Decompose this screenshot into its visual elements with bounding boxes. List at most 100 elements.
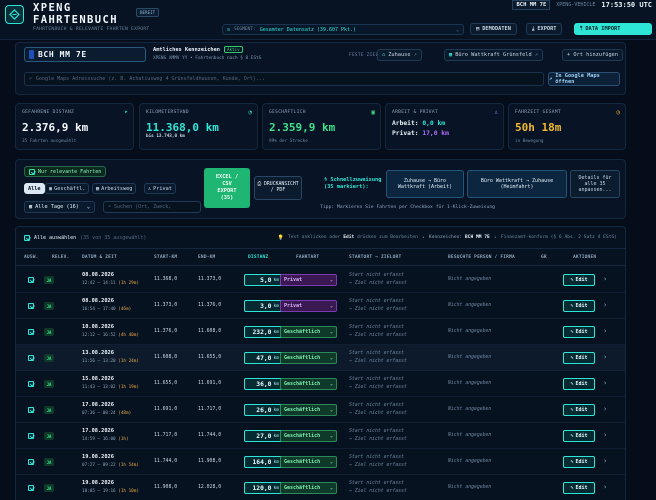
start-location[interactable]: Start nicht erfasst [349, 429, 404, 434]
select-all-label[interactable]: Alle auswählen [34, 235, 76, 241]
trip-time[interactable]: 11:43 – 13:02 (1h 19m) [82, 385, 139, 390]
visited-person[interactable]: Nicht angegeben [448, 355, 491, 360]
start-location[interactable]: Start nicht erfasst [349, 481, 404, 486]
trip-time[interactable]: 12:12 – 16:52 (4h 40m) [82, 333, 139, 338]
relevant-badge[interactable]: JA [44, 354, 54, 362]
distance-value[interactable]: 3,0 km [244, 300, 283, 312]
trip-time[interactable]: 11:56 – 13:20 (1h 24m) [82, 359, 139, 364]
destination-office-button[interactable]: ▦ Büro Wattkraft Grünsfeld ↗ [444, 49, 543, 61]
start-location[interactable]: Start nicht erfasst [349, 455, 404, 460]
visited-person[interactable]: Nicht angegeben [448, 407, 491, 412]
distance-value[interactable]: 5,0 km [244, 274, 283, 286]
trip-search-input[interactable]: ⌕ Suchen (Ort, Zweck, [103, 201, 201, 213]
visited-person[interactable]: Nicht angegeben [448, 381, 491, 386]
table-row[interactable]: JA 17.08.2026 14:59 – 16:00 (1h) 11.717,0 11… [16, 423, 625, 449]
destination-location[interactable]: → Ziel nicht erfasst [349, 437, 407, 442]
trip-time[interactable]: 07:27 – 09:22 (1h 54m) [82, 463, 139, 468]
start-km[interactable]: 11.376,0 [154, 329, 177, 334]
days-select[interactable]: ▦ Alle Tage (16) ⌄ [24, 201, 95, 213]
edit-button[interactable]: ✎ Edit [563, 326, 595, 338]
destination-location[interactable]: → Ziel nicht erfasst [349, 489, 407, 494]
col-person[interactable]: BESUCHTE PERSON / FIRMA [448, 255, 515, 260]
start-location[interactable]: Start nicht erfasst [349, 403, 404, 408]
destination-location[interactable]: → Ziel nicht erfasst [349, 307, 407, 312]
relevant-badge[interactable]: JA [44, 432, 54, 440]
end-km[interactable]: 11.744,0 [198, 433, 221, 438]
trip-type-select[interactable]: Geschäftlich ⌄ [280, 482, 337, 494]
trip-type-select[interactable]: Privat ⌄ [280, 300, 337, 312]
trip-time[interactable]: 16:54 – 17:40 (46m) [82, 307, 131, 312]
chevron-right-icon[interactable]: › [603, 457, 607, 465]
excel-export-button[interactable]: EXCEL / CSV EXPORT (35) [204, 168, 250, 208]
col-route[interactable]: STARTORT → ZIELORT [349, 255, 401, 260]
row-checkbox[interactable] [28, 277, 34, 283]
open-maps-button[interactable]: ↗ In Google Maps öffnen [548, 72, 620, 86]
row-checkbox[interactable] [28, 407, 34, 413]
trip-date[interactable]: 17.08.2026 [82, 428, 114, 434]
trip-type-select[interactable]: Geschäftlich ⌄ [280, 352, 337, 364]
table-row[interactable]: JA 19.08.2026 07:27 – 09:22 (1h 54m) 11.744… [16, 449, 625, 475]
start-km[interactable]: 11.744,0 [154, 459, 177, 464]
distance-value[interactable]: 164,0 km [244, 456, 283, 468]
visited-person[interactable]: Nicht angegeben [448, 303, 491, 308]
table-row[interactable]: JA 19.08.2026 18:05 – 19:16 (1h 10m) 11.908… [16, 475, 625, 500]
chevron-right-icon[interactable]: › [603, 327, 607, 335]
destination-location[interactable]: → Ziel nicht erfasst [349, 281, 407, 286]
chevron-right-icon[interactable]: › [603, 275, 607, 283]
end-km[interactable]: 11.691,0 [198, 381, 221, 386]
visited-person[interactable]: Nicht angegeben [448, 277, 491, 282]
start-km[interactable]: 11.373,0 [154, 303, 177, 308]
destination-location[interactable]: → Ziel nicht erfasst [349, 333, 407, 338]
start-location[interactable]: Start nicht erfasst [349, 351, 404, 356]
destination-location[interactable]: → Ziel nicht erfasst [349, 411, 407, 416]
end-km[interactable]: 11.717,0 [198, 407, 221, 412]
destination-location[interactable]: → Ziel nicht erfasst [349, 463, 407, 468]
trip-date[interactable]: 10.08.2026 [82, 324, 114, 330]
trip-date[interactable]: 19.08.2026 [82, 480, 114, 486]
distance-value[interactable]: 232,0 km [244, 326, 283, 338]
start-km[interactable]: 11.608,0 [154, 355, 177, 360]
add-destination-button[interactable]: + Ort hinzufügen [562, 49, 624, 61]
trip-date[interactable]: 15.08.2026 [82, 376, 114, 382]
distance-value[interactable]: 26,0 km [244, 404, 283, 416]
visited-person[interactable]: Nicht angegeben [448, 485, 491, 490]
table-row[interactable]: JA 10.08.2026 12:12 – 16:52 (4h 40m) 11.376… [16, 319, 625, 345]
trip-date[interactable]: 08.08.2026 [82, 298, 114, 304]
relevant-badge[interactable]: JA [44, 380, 54, 388]
trip-date[interactable]: 08.08.2026 [82, 272, 114, 278]
filter-commute[interactable]: ▦ Arbeitsweg [92, 183, 137, 194]
end-km[interactable]: 11.376,0 [198, 303, 221, 308]
trip-date[interactable]: 17.08.2026 [82, 402, 114, 408]
start-km[interactable]: 11.717,0 [154, 433, 177, 438]
trip-time[interactable]: 12:42 – 14:11 (1h 29m) [82, 281, 139, 286]
edit-button[interactable]: ✎ Edit [563, 430, 595, 442]
trip-time[interactable]: 18:05 – 19:16 (1h 10m) [82, 489, 139, 494]
trip-type-select[interactable]: Geschäftlich ⌄ [280, 404, 337, 416]
filter-business[interactable]: ▣ Geschäftl. [45, 183, 90, 194]
relevant-badge[interactable]: JA [44, 406, 54, 414]
chevron-right-icon[interactable]: › [603, 431, 607, 439]
trip-type-select[interactable]: Privat ⌄ [280, 274, 337, 286]
end-km[interactable]: 11.608,0 [198, 329, 221, 334]
visited-person[interactable]: Nicht angegeben [448, 459, 491, 464]
distance-value[interactable]: 120,0 km [244, 482, 283, 494]
distance-value[interactable]: 36,0 km [244, 378, 283, 390]
trip-date[interactable]: 13.08.2026 [82, 350, 114, 356]
edit-button[interactable]: ✎ Edit [563, 482, 595, 494]
visited-person[interactable]: Nicht angegeben [448, 329, 491, 334]
start-location[interactable]: Start nicht erfasst [349, 377, 404, 382]
col-trip-type[interactable]: FAHRTART [296, 255, 319, 260]
relevant-badge[interactable]: JA [44, 458, 54, 466]
export-button[interactable]: ⤓ EXPORT [526, 23, 563, 35]
end-km[interactable]: 11.655,0 [198, 355, 221, 360]
start-location[interactable]: Start nicht erfasst [349, 299, 404, 304]
chevron-right-icon[interactable]: › [603, 353, 607, 361]
table-row[interactable]: JA 08.08.2026 16:54 – 17:40 (46m) 11.373,0 1… [16, 293, 625, 319]
chevron-right-icon[interactable]: › [603, 483, 607, 491]
print-view-button[interactable]: ⎙ DRUCKANSICHT / PDF [254, 176, 302, 200]
destination-home-button[interactable]: ⌂ Zuhause ↗ [377, 49, 422, 61]
end-km[interactable]: 11.908,0 [198, 459, 221, 464]
chevron-right-icon[interactable]: › [603, 405, 607, 413]
quick-assign-home-office-button[interactable]: Zuhause → Büro Wattkraft (Arbeit) [386, 170, 464, 198]
chevron-right-icon[interactable]: › [603, 301, 607, 309]
